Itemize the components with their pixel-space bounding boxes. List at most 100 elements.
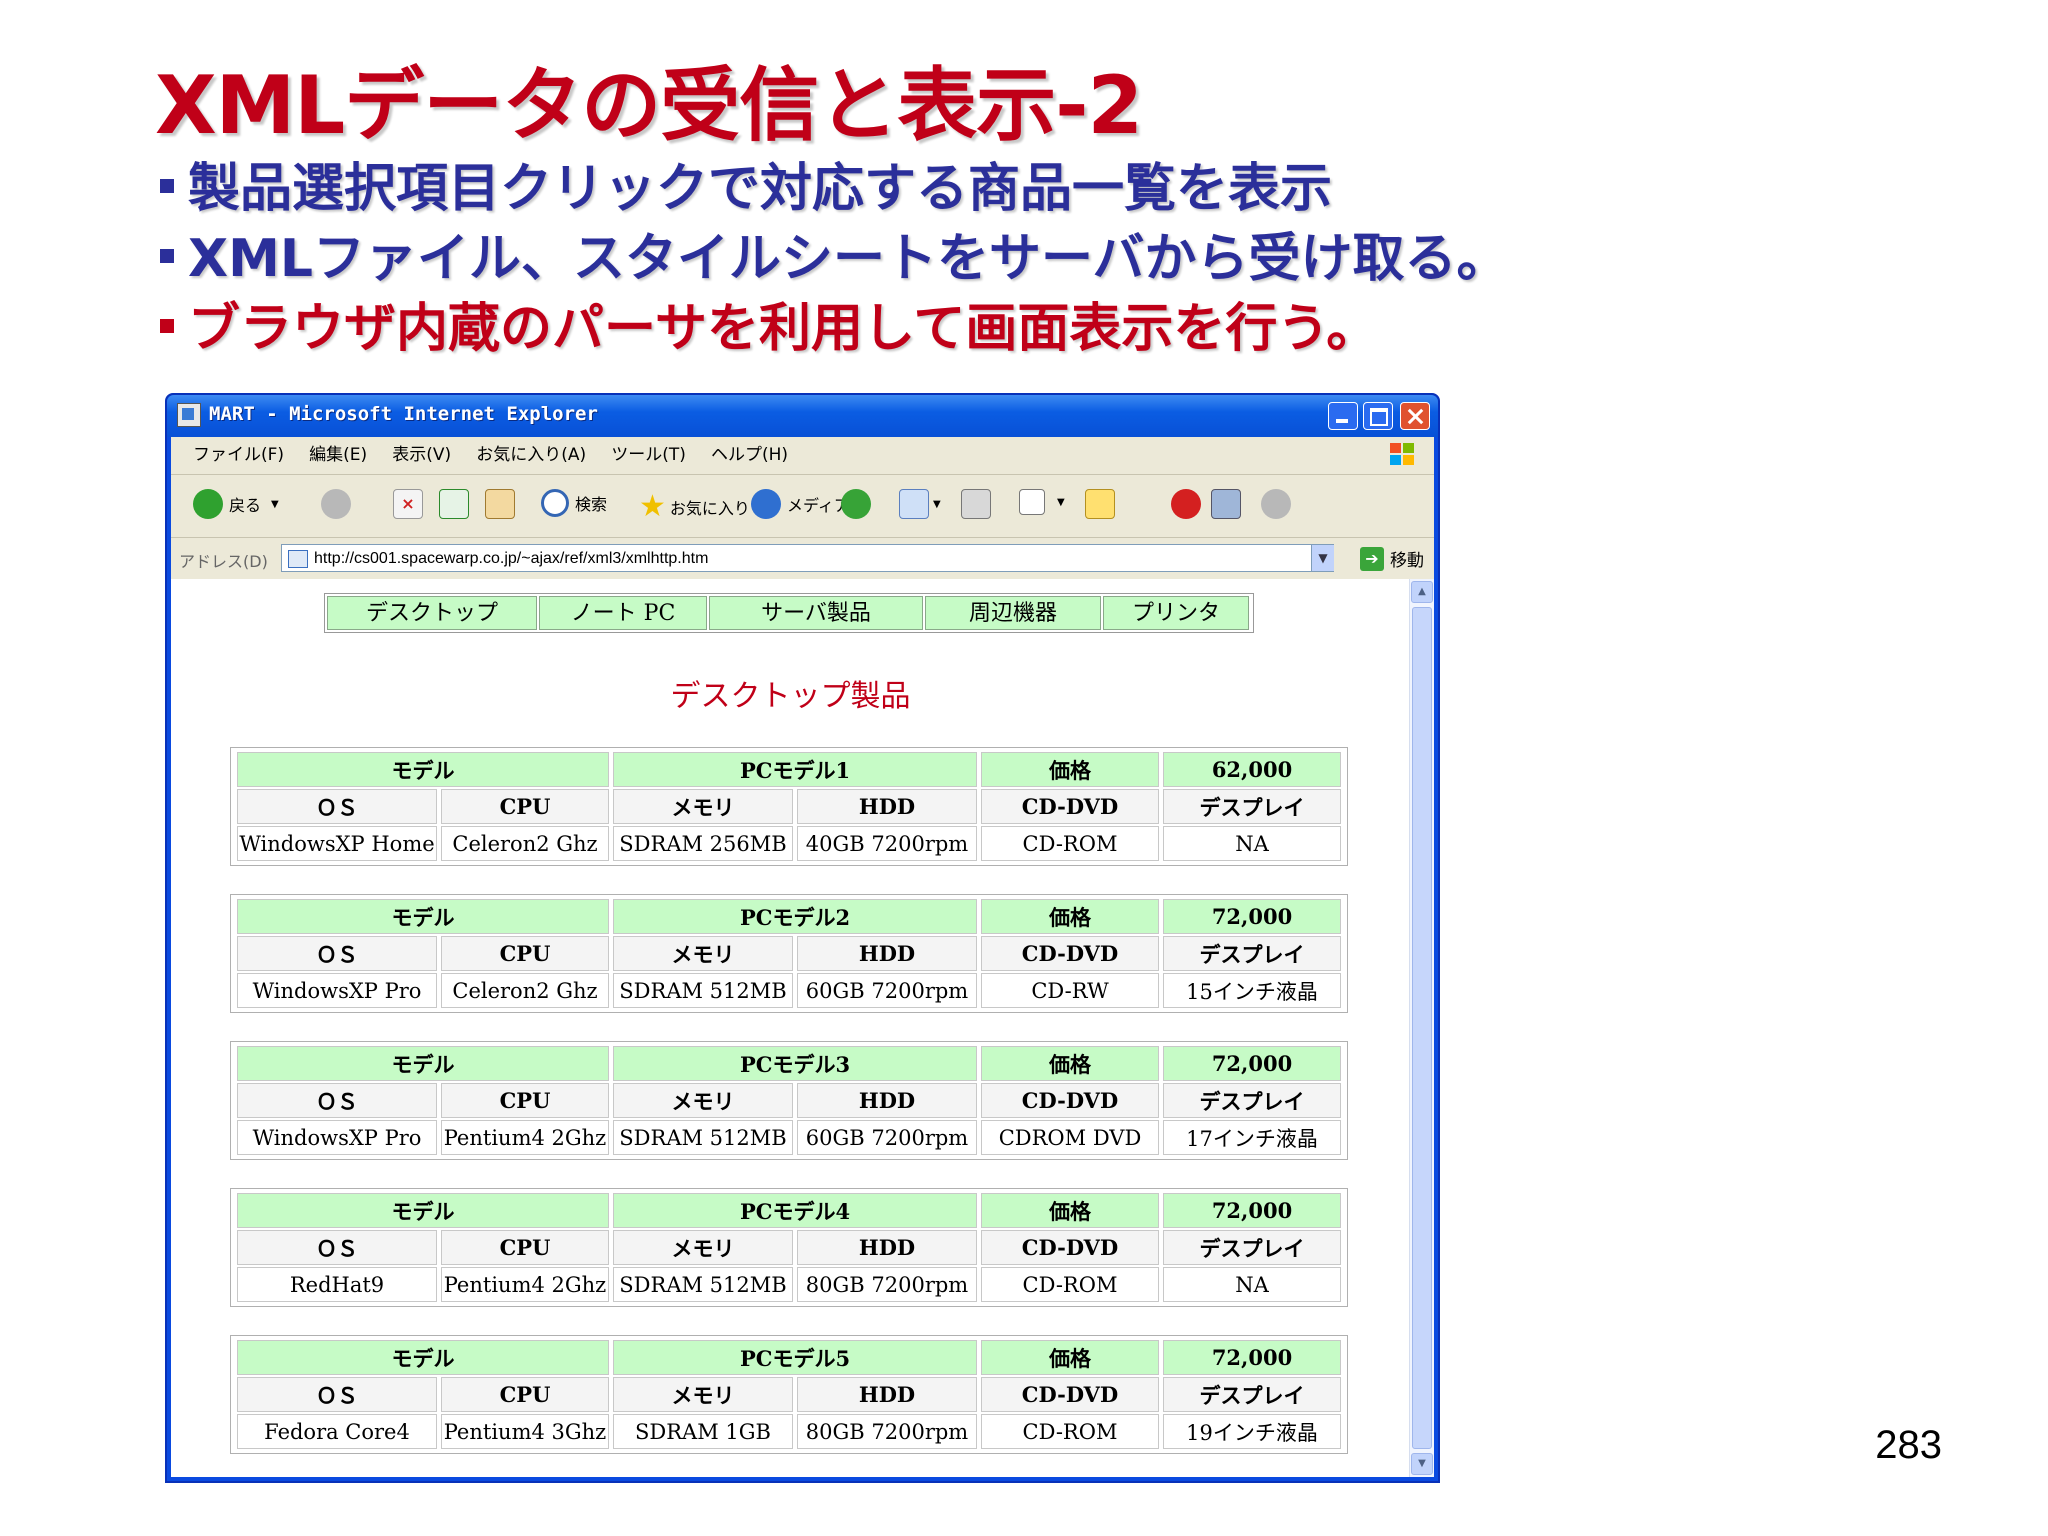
close-button[interactable] xyxy=(1400,402,1430,430)
scroll-down-button[interactable]: ▼ xyxy=(1411,1453,1433,1475)
os-value: Fedora Core4 xyxy=(237,1414,437,1449)
media-globe-icon xyxy=(751,489,781,519)
cpu-value: Pentium4 3Ghz xyxy=(441,1414,609,1449)
os-value: RedHat9 xyxy=(237,1267,437,1302)
product-table: モデル PCモデル5 価格 72,000 ＯＳ CPU メモリ HDD CD-DVD デスプレイ F… xyxy=(230,1335,1348,1454)
table-row: ＯＳ CPU メモリ HDD CD-DVD デスプレイ xyxy=(237,1083,1341,1118)
media-button[interactable]: メディア xyxy=(751,489,850,519)
menu-file[interactable]: ファイル(F) xyxy=(183,437,294,474)
print-button[interactable] xyxy=(961,489,991,519)
drive-header: CD-DVD xyxy=(981,936,1159,971)
back-label: 戻る xyxy=(229,496,262,515)
table-row: ＯＳ CPU メモリ HDD CD-DVD デスプレイ xyxy=(237,789,1341,824)
search-button[interactable]: 検索 xyxy=(541,489,607,517)
memory-value: SDRAM 512MB xyxy=(613,1120,793,1155)
memory-header: メモリ xyxy=(613,1377,793,1412)
home-button[interactable] xyxy=(485,489,515,519)
favorites-label: お気に入り xyxy=(669,498,750,518)
bullet-text: ブラウザ内蔵のパーサを利用して画面表示を行う。 xyxy=(188,299,1379,359)
favorites-button[interactable]: ★ お気に入り xyxy=(639,489,750,524)
edit-button[interactable]: ▼ xyxy=(1019,489,1065,515)
refresh-button[interactable] xyxy=(439,489,469,519)
drive-value: CD-ROM xyxy=(981,1267,1159,1302)
scroll-up-button[interactable]: ▲ xyxy=(1411,581,1433,603)
price-value: 62,000 xyxy=(1163,752,1341,787)
hdd-header: HDD xyxy=(797,1230,977,1265)
memory-value: SDRAM 512MB xyxy=(613,1267,793,1302)
os-value: WindowsXP Pro xyxy=(237,973,437,1008)
memory-value: SDRAM 1GB xyxy=(613,1414,793,1449)
os-header: ＯＳ xyxy=(237,1083,437,1118)
address-label: アドレス(D) xyxy=(179,552,268,571)
menu-tools[interactable]: ツール(T) xyxy=(601,437,696,474)
table-row: WindowsXP Pro Celeron2 Ghz SDRAM 512MB 60GB… xyxy=(237,973,1341,1008)
bullet-text: XMLファイル、スタイルシートをサーバから受け取る。 xyxy=(188,229,1509,289)
hdd-header: HDD xyxy=(797,789,977,824)
title-bar[interactable]: MART - Microsoft Internet Explorer xyxy=(167,395,1438,437)
vertical-scrollbar[interactable]: ▲ ▼ xyxy=(1409,579,1434,1477)
mail-icon xyxy=(899,489,929,519)
bullet-item: 製品選択項目クリックで対応する商品一覧を表示 xyxy=(160,154,1508,224)
cpu-header: CPU xyxy=(441,1377,609,1412)
model-header: モデル xyxy=(237,899,609,934)
address-input[interactable]: http://cs001.spacewarp.co.jp/~ajax/ref/x… xyxy=(281,544,1334,572)
go-arrow-icon: ➔ xyxy=(1360,546,1384,571)
maximize-button[interactable] xyxy=(1363,402,1393,430)
price-header: 価格 xyxy=(981,1046,1159,1081)
back-button[interactable]: 戻る ▼ xyxy=(193,489,279,519)
spec-table: モデル PCモデル1 価格 62,000 ＯＳ CPU メモリ HDD CD-DVD デスプレイ W… xyxy=(233,750,1345,863)
drive-header: CD-DVD xyxy=(981,1377,1159,1412)
cpu-header: CPU xyxy=(441,1083,609,1118)
messenger-icon xyxy=(1211,489,1241,519)
display-value: NA xyxy=(1163,826,1341,861)
drive-value: CDROM DVD xyxy=(981,1120,1159,1155)
table-row: ＯＳ CPU メモリ HDD CD-DVD デスプレイ xyxy=(237,936,1341,971)
os-header: ＯＳ xyxy=(237,789,437,824)
drive-value: CD-ROM xyxy=(981,826,1159,861)
menu-view[interactable]: 表示(V) xyxy=(382,437,461,474)
nav-server[interactable]: サーバ製品 xyxy=(709,596,923,630)
scroll-thumb[interactable] xyxy=(1412,607,1432,1449)
forward-button[interactable] xyxy=(321,489,357,519)
hdd-header: HDD xyxy=(797,936,977,971)
mail-button[interactable]: ▼ xyxy=(899,489,941,519)
price-header: 価格 xyxy=(981,899,1159,934)
memory-value: SDRAM 256MB xyxy=(613,826,793,861)
table-row: モデル PCモデル3 価格 72,000 xyxy=(237,1046,1341,1081)
drive-value: CD-RW xyxy=(981,973,1159,1008)
display-header: デスプレイ xyxy=(1163,1083,1341,1118)
address-dropdown-icon[interactable]: ▼ xyxy=(1311,545,1334,571)
os-header: ＯＳ xyxy=(237,1230,437,1265)
bullet-marker xyxy=(160,179,174,193)
window-title: MART - Microsoft Internet Explorer xyxy=(209,403,598,425)
minimize-button[interactable] xyxy=(1328,402,1358,430)
print-icon xyxy=(961,489,991,519)
back-arrow-icon xyxy=(193,489,223,519)
stop-icon: × xyxy=(393,489,423,519)
menu-edit[interactable]: 編集(E) xyxy=(299,437,377,474)
toolbar: 戻る ▼ × 検索 ★ お気に入り メディア ▼ ▼ xyxy=(171,475,1434,538)
nav-peripherals[interactable]: 周辺機器 xyxy=(925,596,1101,630)
memory-header: メモリ xyxy=(613,1230,793,1265)
messenger-button[interactable] xyxy=(1211,489,1241,519)
discuss-button[interactable] xyxy=(1261,489,1297,519)
drive-header: CD-DVD xyxy=(981,1230,1159,1265)
nav-desktop[interactable]: デスクトップ xyxy=(327,596,537,630)
os-value: WindowsXP Home xyxy=(237,826,437,861)
ie-app-icon[interactable] xyxy=(177,403,201,427)
go-button[interactable]: ➔ 移動 xyxy=(1360,546,1424,571)
hdd-header: HDD xyxy=(797,1377,977,1412)
cpu-header: CPU xyxy=(441,936,609,971)
history-button[interactable] xyxy=(841,489,877,519)
nav-printer[interactable]: プリンタ xyxy=(1103,596,1249,630)
discuss-icon xyxy=(1261,489,1291,519)
nav-notebook[interactable]: ノート PC xyxy=(539,596,707,630)
menu-favorites[interactable]: お気に入り(A) xyxy=(466,437,596,474)
menu-help[interactable]: ヘルプ(H) xyxy=(701,437,798,474)
stop-button[interactable]: × xyxy=(393,489,423,519)
model-value: PCモデル4 xyxy=(613,1193,977,1228)
power-button[interactable] xyxy=(1171,489,1207,519)
folder-button[interactable] xyxy=(1085,489,1115,519)
bullet-marker xyxy=(160,319,174,333)
model-header: モデル xyxy=(237,752,609,787)
